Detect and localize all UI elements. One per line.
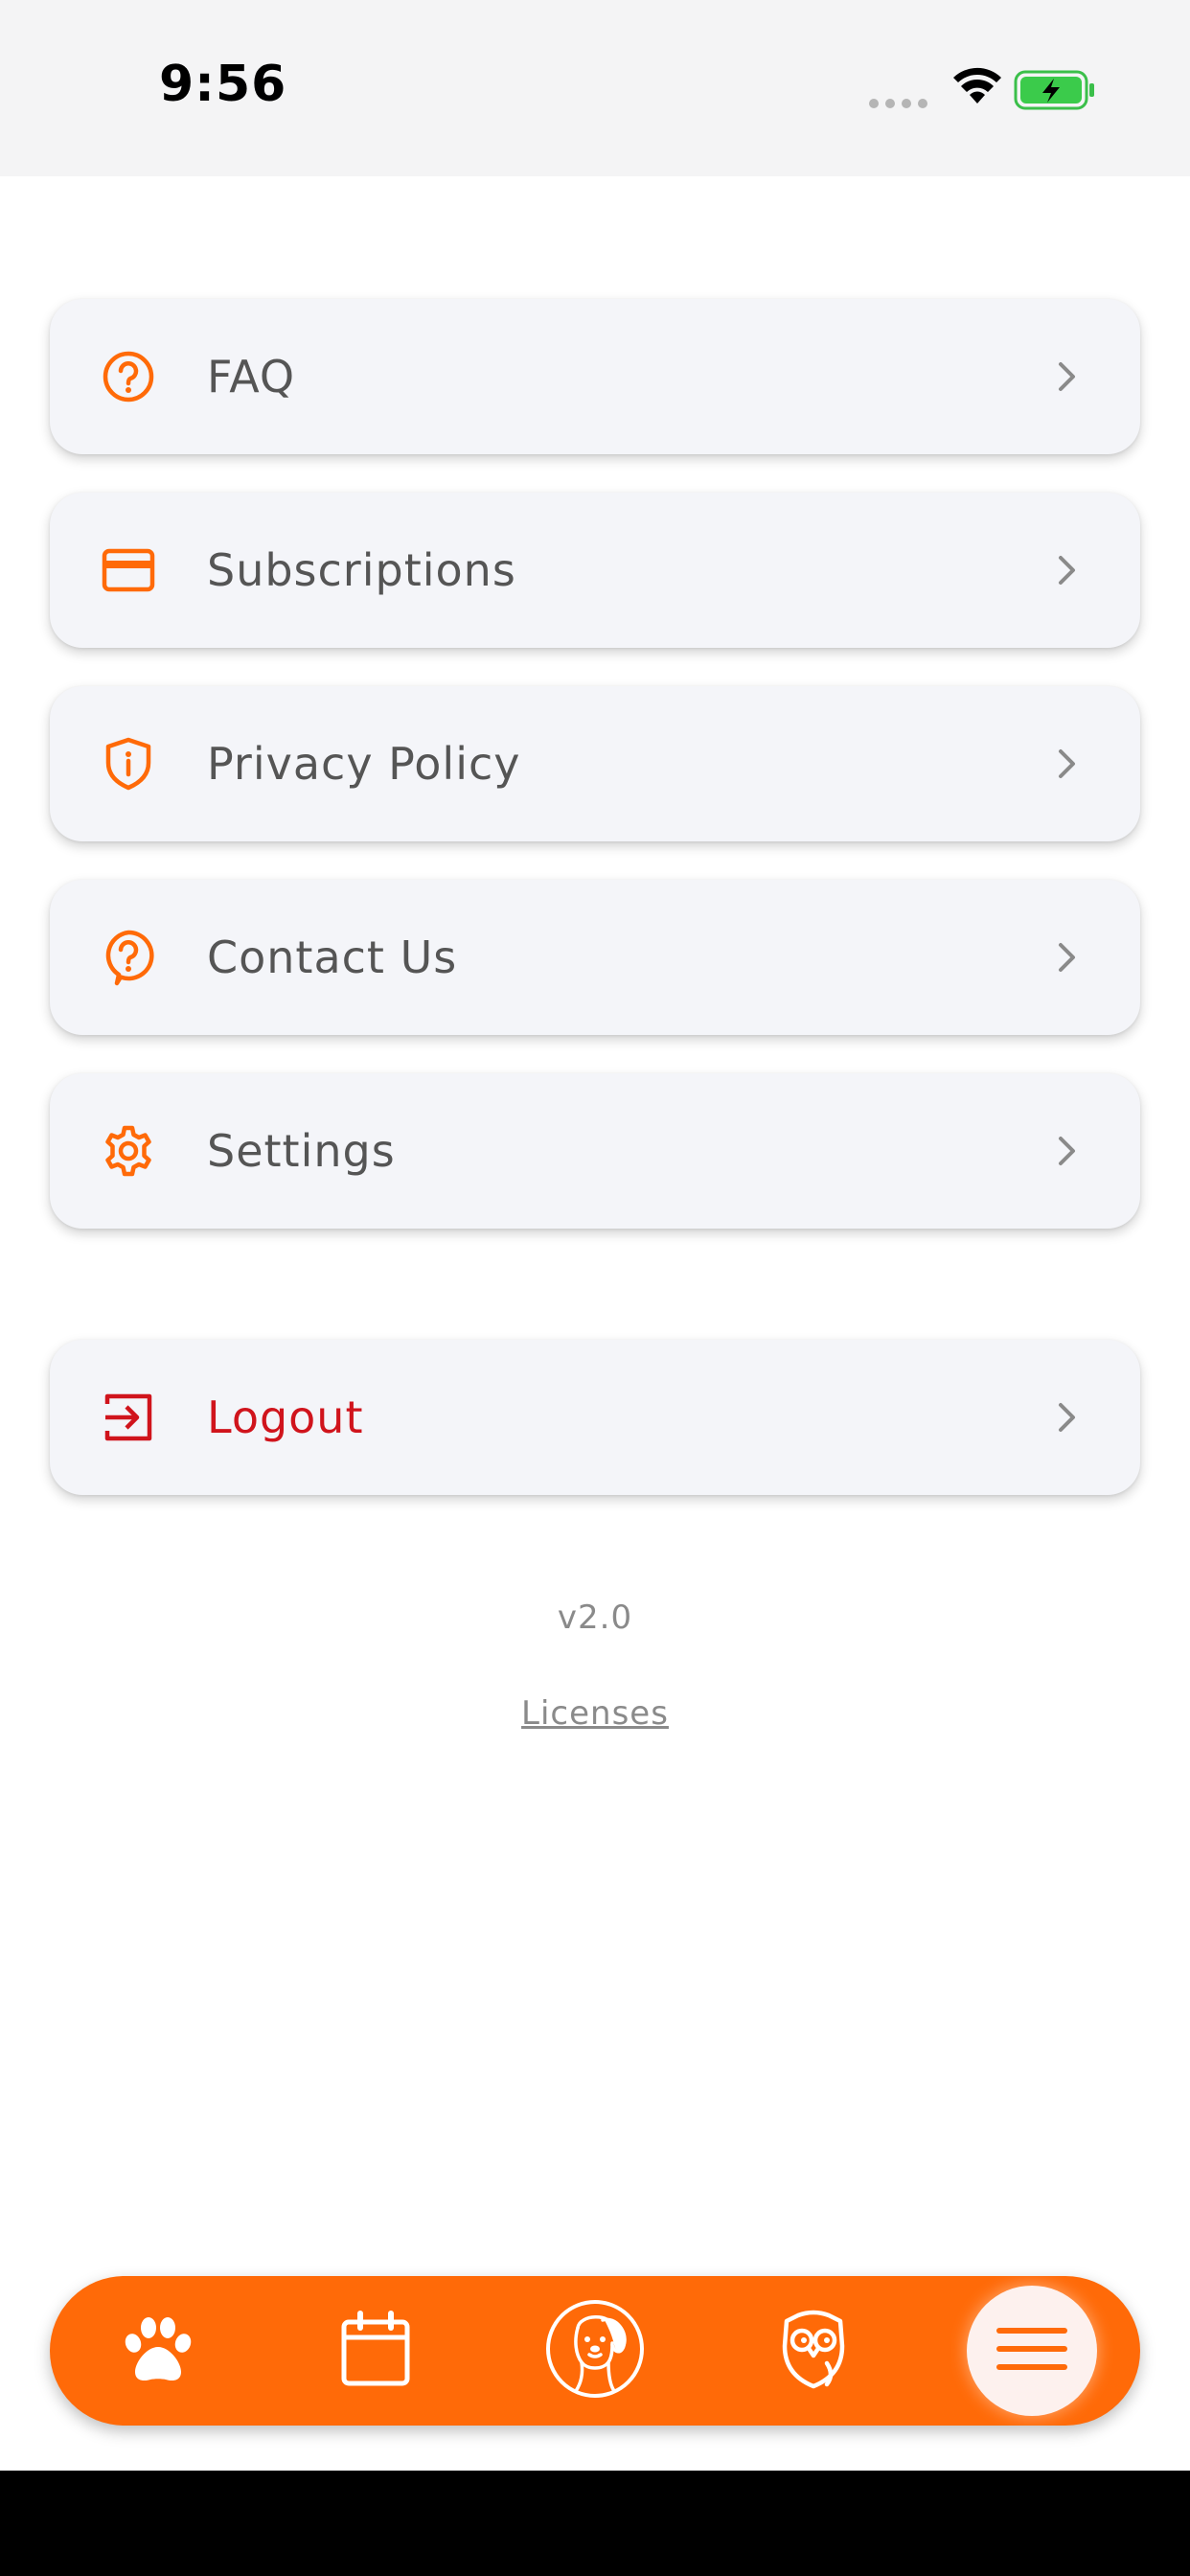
menu-item-label: Contact Us <box>207 932 458 983</box>
tab-menu[interactable] <box>955 2276 1109 2426</box>
dog-face-icon <box>545 2299 645 2403</box>
credit-card-icon <box>100 541 157 599</box>
chevron-right-icon <box>1056 1134 1079 1168</box>
chevron-right-icon <box>1056 747 1079 781</box>
calendar-icon <box>339 2311 412 2391</box>
tab-menu-active-indicator <box>967 2286 1097 2416</box>
bottom-safe-area <box>0 2471 1190 2576</box>
gear-icon <box>100 1122 157 1180</box>
tab-calendar[interactable] <box>299 2276 452 2426</box>
menu-item-label: Settings <box>207 1125 396 1177</box>
tab-paw[interactable] <box>81 2276 235 2426</box>
tab-owl[interactable] <box>737 2276 890 2426</box>
paw-icon <box>120 2314 196 2387</box>
menu-item-label: Privacy Policy <box>207 738 521 790</box>
chevron-right-icon <box>1056 940 1079 975</box>
logout-icon <box>100 1389 157 1446</box>
menu-item-contact-us[interactable]: Contact Us <box>50 880 1140 1035</box>
status-bar: 9:56 <box>0 0 1190 176</box>
licenses-link[interactable]: Licenses <box>0 1694 1190 1733</box>
app-version: v2.0 <box>557 1598 633 1637</box>
logout-label: Logout <box>207 1392 364 1443</box>
menu-item-privacy-policy[interactable]: Privacy Policy <box>50 686 1140 841</box>
menu-item-faq[interactable]: FAQ <box>50 299 1140 454</box>
shield-info-icon <box>100 735 157 793</box>
battery-charging-icon <box>1014 69 1096 115</box>
menu-item-settings[interactable]: Settings <box>50 1073 1140 1229</box>
menu-icon <box>995 2326 1068 2376</box>
menu-item-label: Subscriptions <box>207 544 516 596</box>
wifi-icon <box>952 67 1002 109</box>
status-time: 9:56 <box>159 56 287 113</box>
chevron-right-icon <box>1056 359 1079 394</box>
menu-item-label: FAQ <box>207 351 296 402</box>
chevron-right-icon <box>1056 553 1079 587</box>
menu-item-subscriptions[interactable]: Subscriptions <box>50 493 1140 648</box>
owl-icon <box>777 2308 850 2394</box>
tab-dog[interactable] <box>518 2276 672 2426</box>
cellular-signal-icon <box>868 96 929 114</box>
logout-button[interactable]: Logout <box>50 1340 1140 1495</box>
bottom-tab-bar <box>50 2276 1140 2426</box>
chevron-right-icon <box>1056 1400 1079 1435</box>
question-circle-icon <box>100 348 157 405</box>
question-bubble-icon <box>100 929 157 986</box>
